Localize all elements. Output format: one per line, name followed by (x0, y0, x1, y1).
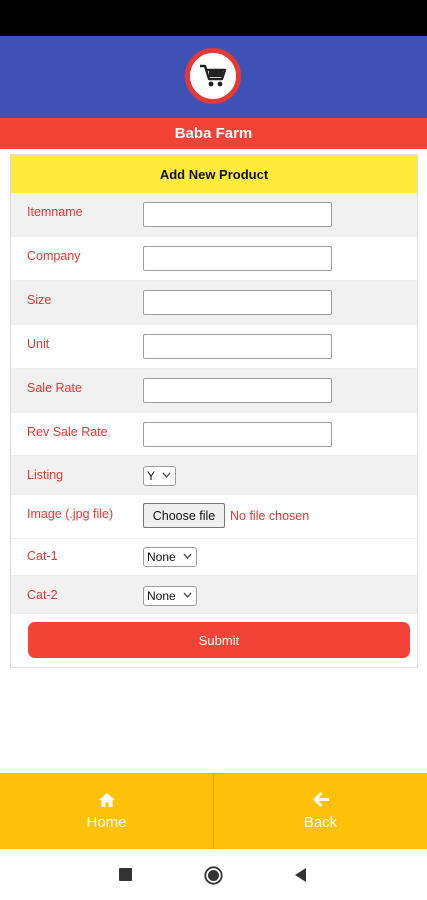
sale-rate-row: Sale Rate (11, 369, 417, 413)
rev-sale-rate-label: Rev Sale Rate (27, 425, 108, 439)
company-label: Company (27, 249, 81, 263)
itemname-input[interactable] (143, 202, 332, 227)
chevron-down-icon (183, 592, 192, 598)
home-circle-icon[interactable] (204, 866, 223, 885)
submit-button[interactable]: Submit (28, 622, 410, 658)
back-label: Back (303, 814, 338, 831)
image-row: Image (.jpg file) Choose file No file ch… (11, 495, 417, 539)
unit-input[interactable] (143, 334, 332, 359)
listing-select[interactable]: Y (143, 466, 176, 486)
home-button[interactable]: Home (0, 773, 213, 849)
listing-row: Listing Y (11, 456, 417, 495)
unit-row: Unit (11, 325, 417, 369)
cat2-label: Cat-2 (27, 588, 58, 602)
company-row: Company (11, 237, 417, 281)
back-button[interactable]: Back (214, 773, 427, 849)
system-nav-bar (0, 849, 427, 900)
title-bar: Baba Farm (0, 118, 427, 149)
back-triangle-icon[interactable] (295, 868, 307, 882)
sale-rate-input[interactable] (143, 378, 332, 403)
status-bar (0, 0, 427, 36)
shopping-cart-icon (185, 48, 241, 104)
app-title: Baba Farm (174, 125, 253, 142)
cat1-row: Cat-1 None (11, 539, 417, 576)
home-label: Home (86, 813, 127, 831)
size-row: Size (11, 281, 417, 325)
cat1-selected-value: None (147, 550, 176, 564)
cat1-select[interactable]: None (143, 547, 197, 567)
unit-label: Unit (27, 337, 50, 351)
bottom-nav: Home Back (0, 773, 427, 849)
cat2-row: Cat-2 None (11, 576, 417, 614)
rev-sale-rate-input[interactable] (143, 422, 332, 447)
app-header (0, 36, 427, 118)
itemname-label: Itemname (27, 205, 83, 219)
company-input[interactable] (143, 246, 332, 271)
cat2-selected-value: None (147, 589, 176, 603)
cat1-label: Cat-1 (27, 549, 58, 563)
image-label: Image (.jpg file) (27, 507, 114, 521)
size-input[interactable] (143, 290, 332, 315)
add-product-form: Add New Product Itemname Company Size Un… (10, 154, 418, 668)
form-heading: Add New Product (11, 155, 417, 193)
chevron-down-icon (183, 553, 192, 559)
listing-selected-value: Y (147, 469, 156, 483)
choose-file-button[interactable]: Choose file (143, 503, 225, 528)
listing-label: Listing (27, 468, 64, 482)
itemname-row: Itemname (11, 193, 417, 237)
cat2-select[interactable]: None (143, 586, 197, 606)
size-label: Size (27, 293, 52, 307)
file-status-text: No file chosen (230, 509, 310, 523)
sale-rate-label: Sale Rate (27, 381, 82, 395)
chevron-down-icon (162, 472, 171, 478)
arrow-left-icon (312, 792, 329, 807)
rev-sale-rate-row: Rev Sale Rate (11, 413, 417, 456)
recents-icon[interactable] (119, 868, 132, 881)
home-icon (98, 792, 115, 807)
